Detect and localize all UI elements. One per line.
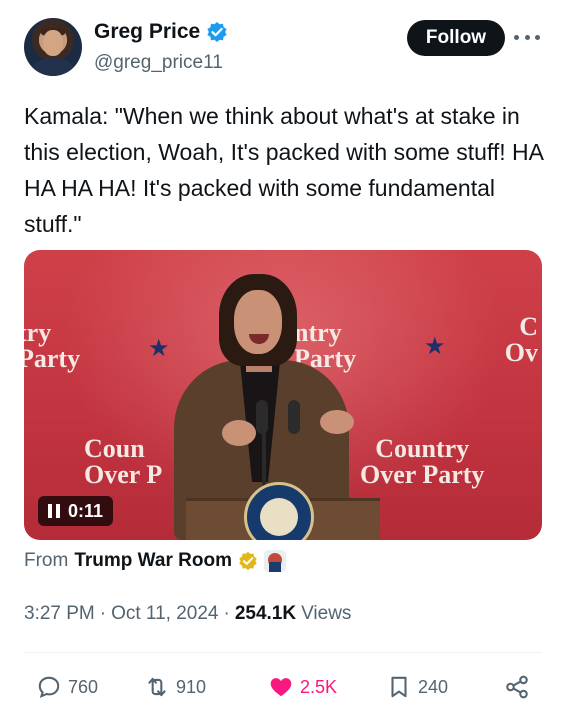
more-dot [514,34,519,40]
tweet-actions: 760 910 2.5K 240 [24,670,536,704]
more-dot [524,34,530,40]
more-dot [535,34,540,40]
from-label: From [24,550,69,571]
seal-center [260,498,298,536]
bookmark-button[interactable]: 240 [386,670,448,704]
backdrop-slogan: C Ov [504,312,538,367]
avatar-shirt [32,58,74,76]
share-button[interactable] [504,670,530,704]
share-icon [506,675,528,699]
author-handle[interactable]: @greg_price11 [94,52,223,74]
video-time: 0:11 [68,500,104,521]
reply-count: 760 [68,676,99,697]
repost-count: 910 [176,676,207,697]
tweet-text: Kamala: "When we think about what's at s… [24,103,550,237]
speaker-face [234,290,282,354]
tweet-video[interactable]: try Party ★ ntry Party ★ C Ov Coun Over … [24,250,542,540]
repost-button[interactable]: 910 [144,670,206,704]
meta-separator: · [223,603,230,624]
gold-verified-badge-icon [238,551,258,571]
meta-separator: · [99,603,107,624]
like-count: 2.5K [300,676,338,697]
like-button[interactable]: 2.5K [268,670,337,704]
backdrop-star-icon: ★ [148,335,170,362]
divider [24,652,542,653]
heart-filled-icon [270,678,292,697]
source-account-avatar[interactable] [263,550,286,572]
author-display-name[interactable]: Greg Price [94,20,200,44]
video-controls[interactable]: 0:11 [38,496,114,526]
backdrop-star-icon: ★ [424,333,446,360]
source-account-name[interactable]: Trump War Room [74,550,232,572]
repost-icon [148,677,166,697]
microphone-right [288,400,300,434]
follow-button[interactable]: Follow [407,20,505,56]
tweet-date[interactable]: Oct 11, 2024 [111,603,218,625]
tweet-meta: 3:27 PM · Oct 11, 2024 · 254.1K Views [24,603,351,625]
verified-badge-icon[interactable] [206,21,228,43]
reply-button[interactable]: 760 [36,670,98,704]
more-options-icon[interactable] [514,30,540,44]
bookmark-count: 240 [418,676,449,697]
speaker-hand-left [222,420,256,446]
backdrop-slogan: try Party [24,318,81,373]
tweet-header: Greg Price @greg_price11 Follow [24,16,544,80]
avatar-face [43,30,63,56]
microphone-left [256,400,268,434]
author-avatar[interactable] [24,18,82,76]
views-count: 254.1K [234,603,297,624]
reply-icon [38,676,60,699]
backdrop-slogan: Coun Over P [84,434,163,489]
views-label: Views [301,603,352,624]
author-name-row: Greg Price [94,20,228,44]
bookmark-icon [391,676,407,698]
speaker-hand-right [320,410,354,434]
media-attribution: From Trump War Room [24,550,286,572]
tweet-time[interactable]: 3:27 PM [24,603,95,625]
pause-icon[interactable] [48,504,60,518]
backdrop-slogan: Country Over Party [360,434,485,489]
